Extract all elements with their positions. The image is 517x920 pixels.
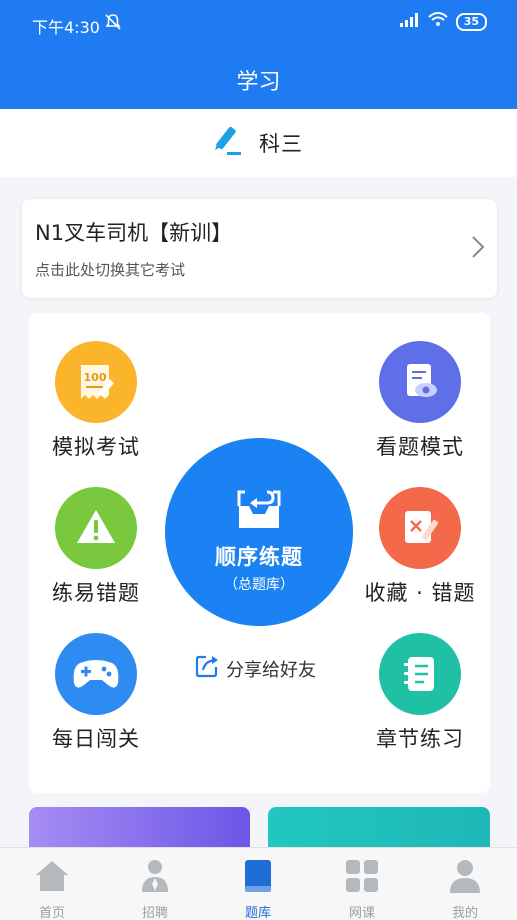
status-bar: 下午4:30 35 bbox=[0, 0, 517, 48]
tile-chapter-practice[interactable]: 章节练习 bbox=[355, 633, 485, 753]
sequential-practice-button[interactable]: 顺序练题 （总题库） bbox=[165, 438, 353, 626]
tab-label: 我的 bbox=[451, 906, 478, 920]
eye-document-icon bbox=[379, 341, 461, 423]
tile-mock-exam[interactable]: 100 模拟考试 bbox=[31, 341, 161, 461]
book-icon bbox=[238, 856, 278, 896]
tile-label: 看题模式 bbox=[376, 435, 464, 459]
exam-100-icon: 100 bbox=[55, 341, 137, 423]
status-time: 下午4:30 bbox=[32, 18, 100, 37]
tile-favorites-wrong[interactable]: 收藏 · 错题 bbox=[355, 487, 485, 607]
grid-apps-icon bbox=[342, 856, 382, 896]
tile-label: 收藏 · 错题 bbox=[364, 581, 476, 605]
tab-recruit[interactable]: 招聘 bbox=[115, 856, 195, 920]
tab-online-course[interactable]: 网课 bbox=[322, 856, 402, 920]
pencil-icon bbox=[211, 124, 245, 162]
tile-label: 练易错题 bbox=[52, 581, 140, 605]
tile-label: 每日闯关 bbox=[52, 727, 140, 751]
chevron-right-icon bbox=[471, 235, 485, 263]
tab-label: 网课 bbox=[348, 906, 375, 920]
tab-label: 题库 bbox=[244, 906, 271, 920]
center-subtitle: （总题库） bbox=[224, 577, 294, 593]
tile-error-prone[interactable]: 练易错题 bbox=[31, 487, 161, 607]
warning-icon bbox=[55, 487, 137, 569]
subject-bar[interactable]: 科三 bbox=[0, 109, 517, 177]
tile-label: 模拟考试 bbox=[52, 435, 140, 459]
center-title: 顺序练题 bbox=[215, 545, 303, 569]
svg-text:100: 100 bbox=[84, 371, 107, 384]
wrong-pen-icon bbox=[379, 487, 461, 569]
tile-view-questions[interactable]: 看题模式 bbox=[355, 341, 485, 461]
home-icon bbox=[32, 856, 72, 896]
share-icon bbox=[194, 653, 220, 684]
subject-label: 科三 bbox=[259, 132, 303, 156]
battery-indicator: 35 bbox=[455, 12, 487, 31]
inbox-return-icon bbox=[235, 486, 283, 536]
tile-label: 章节练习 bbox=[376, 727, 464, 751]
tab-mine[interactable]: 我的 bbox=[425, 856, 505, 920]
page-title: 学习 bbox=[236, 70, 281, 95]
exam-selector[interactable]: N1叉车司机【新训】 点击此处切换其它考试 bbox=[22, 199, 497, 298]
promo-banner-right[interactable] bbox=[268, 807, 490, 847]
gamepad-icon bbox=[55, 633, 137, 715]
tab-question-bank[interactable]: 题库 bbox=[218, 856, 298, 920]
promo-banner-left[interactable] bbox=[29, 807, 250, 847]
practice-menu: 100 模拟考试 看题模式 练易错题 收藏 · 错题 每日闯关 章节练习 顺序练… bbox=[29, 313, 490, 793]
recruit-person-icon bbox=[135, 856, 175, 896]
share-button[interactable]: 分享给好友 bbox=[194, 653, 316, 684]
tab-home[interactable]: 首页 bbox=[12, 856, 92, 920]
exam-title: N1叉车司机【新训】 bbox=[35, 221, 233, 245]
app-header: 学习 bbox=[0, 48, 517, 109]
exam-switch-hint: 点击此处切换其它考试 bbox=[35, 261, 186, 279]
tile-daily-challenge[interactable]: 每日闯关 bbox=[31, 633, 161, 753]
bottom-tab-bar: 首页 招聘 题库 网课 我的 bbox=[0, 847, 517, 920]
tab-label: 招聘 bbox=[141, 906, 168, 920]
signal-icon bbox=[399, 12, 420, 31]
share-label: 分享给好友 bbox=[226, 659, 316, 681]
wifi-icon bbox=[428, 12, 448, 31]
notebook-icon bbox=[379, 633, 461, 715]
tab-label: 首页 bbox=[38, 906, 65, 920]
user-icon bbox=[445, 856, 485, 896]
mute-icon bbox=[104, 13, 122, 35]
